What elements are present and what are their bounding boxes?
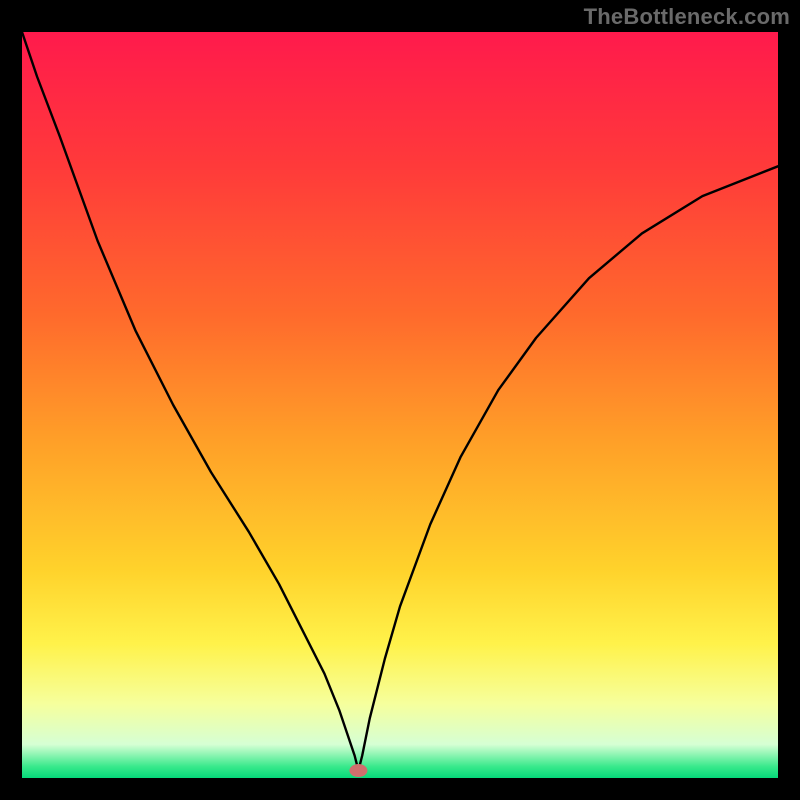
bottleneck-plot xyxy=(22,32,778,778)
gradient-background xyxy=(22,32,778,778)
chart-container: TheBottleneck.com xyxy=(0,0,800,800)
plot-area xyxy=(22,32,778,778)
watermark-text: TheBottleneck.com xyxy=(584,4,790,30)
optimal-point-marker xyxy=(349,764,367,777)
